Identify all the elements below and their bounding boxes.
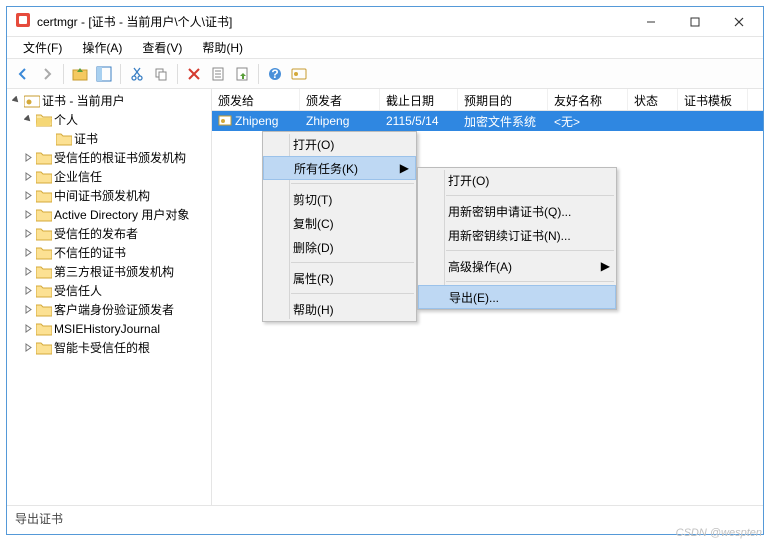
expand-icon[interactable] xyxy=(23,323,34,334)
tree-trustedPeople[interactable]: 受信任人 xyxy=(9,281,209,300)
menu-help[interactable]: 帮助(H) xyxy=(192,37,253,58)
forward-button[interactable] xyxy=(36,63,58,85)
tree-adUserObj[interactable]: Active Directory 用户对象 xyxy=(9,205,209,224)
expand-icon[interactable] xyxy=(23,209,34,220)
properties-button[interactable] xyxy=(207,63,229,85)
tree-thirdPartyRoot[interactable]: 第三方根证书颁发机构 xyxy=(9,262,209,281)
statusbar: 导出证书 xyxy=(7,505,763,531)
tree-enterpriseTrust[interactable]: 企业信任 xyxy=(9,167,209,186)
tree-trustedRoot[interactable]: 受信任的根证书颁发机构 xyxy=(9,148,209,167)
collapse-icon[interactable] xyxy=(23,114,34,125)
window-title: certmgr - [证书 - 当前用户\个人\证书] xyxy=(37,13,629,30)
col-template[interactable]: 证书模板 xyxy=(678,89,748,110)
context-menu-2[interactable]: 打开(O) 用新密钥申请证书(Q)... 用新密钥续订证书(N)... 高级操作… xyxy=(417,167,617,310)
tree-pane[interactable]: 证书 - 当前用户 个人 证书 受信任的根证书颁发机构企业信任中间证书颁发机构A… xyxy=(7,89,212,505)
context-menu-1[interactable]: 打开(O) 所有任务(K)▶ 剪切(T) 复制(C) 删除(D) 属性(R) 帮… xyxy=(262,131,417,322)
back-button[interactable] xyxy=(12,63,34,85)
expand-icon[interactable] xyxy=(23,304,34,315)
ctx2-open[interactable]: 打开(O) xyxy=(418,168,616,192)
folder-icon xyxy=(36,322,52,336)
cert-root-icon xyxy=(24,94,40,108)
tree-root[interactable]: 证书 - 当前用户 xyxy=(9,91,209,110)
tree-smartCardRoot[interactable]: 智能卡受信任的根 xyxy=(9,338,209,357)
ctx1-copy[interactable]: 复制(C) xyxy=(263,211,416,235)
folder-icon xyxy=(36,227,52,241)
ctx1-properties[interactable]: 属性(R) xyxy=(263,266,416,290)
export-button[interactable] xyxy=(231,63,253,85)
expand-icon[interactable] xyxy=(23,190,34,201)
folder-icon xyxy=(36,341,52,355)
tree-button[interactable] xyxy=(93,63,115,85)
menu-view[interactable]: 查看(V) xyxy=(132,37,192,58)
minimize-button[interactable] xyxy=(629,8,673,36)
watermark: CSDN @wespten xyxy=(676,527,762,539)
folder-open-icon xyxy=(36,113,52,127)
ctx1-delete[interactable]: 删除(D) xyxy=(263,235,416,259)
col-friendly[interactable]: 友好名称 xyxy=(548,89,628,110)
ctx1-all-tasks[interactable]: 所有任务(K)▶ xyxy=(263,156,416,180)
ctx2-export[interactable]: 导出(E)... xyxy=(418,285,616,309)
col-issued-by[interactable]: 颁发者 xyxy=(300,89,380,110)
toolbar: ? xyxy=(7,59,763,89)
ctx1-open[interactable]: 打开(O) xyxy=(263,132,416,156)
ctx1-cut[interactable]: 剪切(T) xyxy=(263,187,416,211)
menu-action[interactable]: 操作(A) xyxy=(72,37,132,58)
expand-icon[interactable] xyxy=(23,266,34,277)
expand-icon[interactable] xyxy=(23,247,34,258)
tree-msieHistory[interactable]: MSIEHistoryJournal xyxy=(9,319,209,338)
tree-personal[interactable]: 个人 xyxy=(9,110,209,129)
app-icon xyxy=(15,12,31,31)
col-expiry[interactable]: 截止日期 xyxy=(380,89,458,110)
col-status[interactable]: 状态 xyxy=(628,89,678,110)
col-issued-to[interactable]: 颁发给 xyxy=(212,89,300,110)
ctx1-help[interactable]: 帮助(H) xyxy=(263,297,416,321)
menubar: 文件(F) 操作(A) 查看(V) 帮助(H) xyxy=(7,37,763,59)
maximize-button[interactable] xyxy=(673,8,717,36)
collapse-icon[interactable] xyxy=(11,95,22,106)
ctx2-renew-new-key[interactable]: 用新密钥续订证书(N)... xyxy=(418,223,616,247)
expand-icon[interactable] xyxy=(23,228,34,239)
delete-button[interactable] xyxy=(183,63,205,85)
list-header: 颁发给 颁发者 截止日期 预期目的 友好名称 状态 证书模板 xyxy=(212,89,763,111)
folder-icon xyxy=(36,208,52,222)
expand-icon[interactable] xyxy=(23,152,34,163)
cert-action-icon[interactable] xyxy=(288,63,310,85)
folder-icon xyxy=(56,132,72,146)
folder-icon xyxy=(36,170,52,184)
copy-button[interactable] xyxy=(150,63,172,85)
tree-clientAuth[interactable]: 客户端身份验证颁发者 xyxy=(9,300,209,319)
submenu-arrow-icon: ▶ xyxy=(601,259,610,273)
folder-icon xyxy=(36,265,52,279)
submenu-arrow-icon: ▶ xyxy=(400,161,409,175)
cert-row[interactable]: Zhipeng Zhipeng 2115/5/14 加密文件系统 <无> xyxy=(212,111,763,131)
folder-icon xyxy=(36,246,52,260)
folder-icon xyxy=(36,284,52,298)
col-purpose[interactable]: 预期目的 xyxy=(458,89,548,110)
tree-certificates[interactable]: 证书 xyxy=(9,129,209,148)
tree-trustedPublishers[interactable]: 受信任的发布者 xyxy=(9,224,209,243)
ctx2-advanced[interactable]: 高级操作(A)▶ xyxy=(418,254,616,278)
folder-icon xyxy=(36,151,52,165)
cert-icon xyxy=(218,114,232,128)
titlebar: certmgr - [证书 - 当前用户\个人\证书] xyxy=(7,7,763,37)
svg-text:?: ? xyxy=(271,67,278,81)
menu-file[interactable]: 文件(F) xyxy=(13,37,72,58)
tree-root-label: 证书 - 当前用户 xyxy=(42,92,125,109)
tree-untrustedCert[interactable]: 不信任的证书 xyxy=(9,243,209,262)
up-button[interactable] xyxy=(69,63,91,85)
status-text: 导出证书 xyxy=(15,510,63,527)
expand-icon[interactable] xyxy=(23,285,34,296)
expand-icon[interactable] xyxy=(23,171,34,182)
folder-icon xyxy=(36,303,52,317)
cut-button[interactable] xyxy=(126,63,148,85)
expand-icon[interactable] xyxy=(23,342,34,353)
close-button[interactable] xyxy=(717,8,761,36)
folder-icon xyxy=(36,189,52,203)
ctx2-req-new-key[interactable]: 用新密钥申请证书(Q)... xyxy=(418,199,616,223)
tree-intermediateCA[interactable]: 中间证书颁发机构 xyxy=(9,186,209,205)
help-icon[interactable]: ? xyxy=(264,63,286,85)
